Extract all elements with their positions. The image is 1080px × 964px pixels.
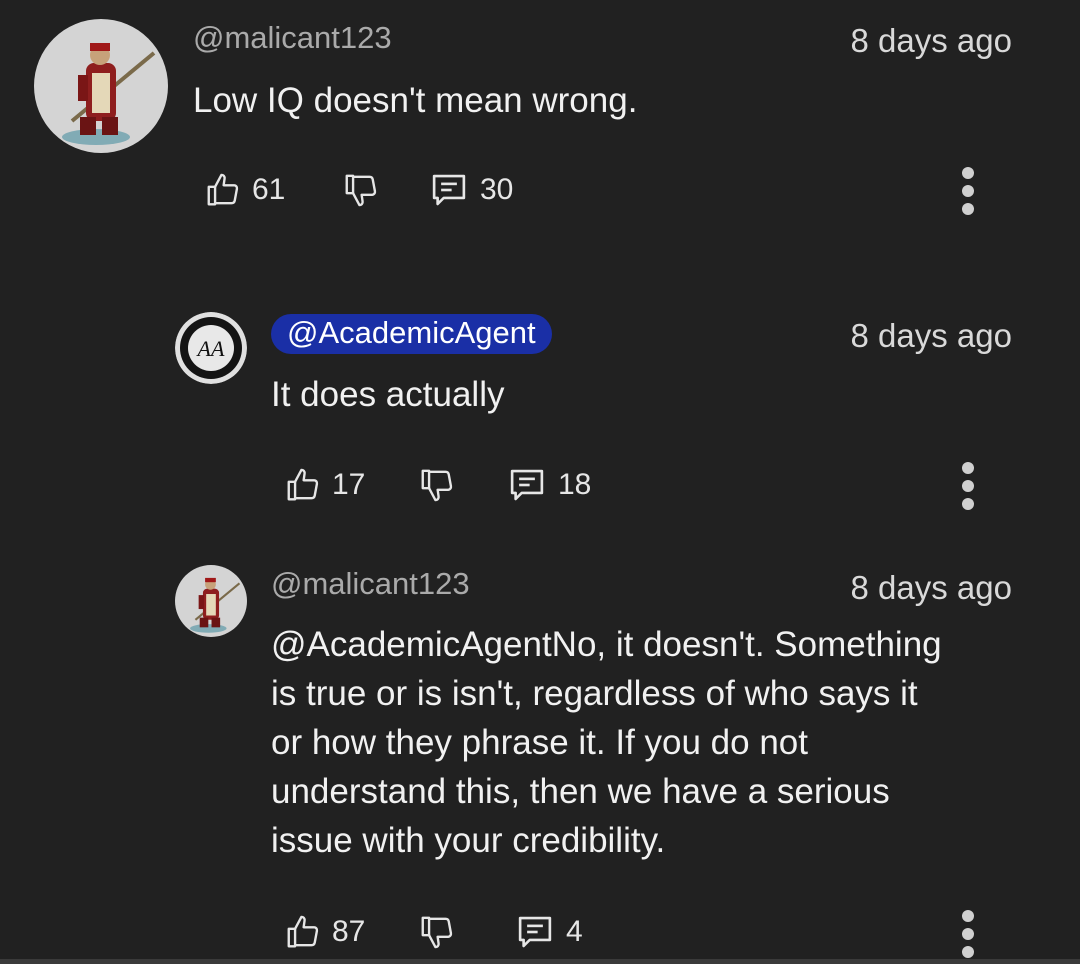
reply-button[interactable]: 18 (506, 463, 591, 507)
avatar-logo-text: AA (196, 336, 225, 361)
avatar[interactable] (34, 19, 168, 153)
comment-text-line: is true or is isn't, regardless of who s… (271, 674, 918, 713)
more-options-button[interactable] (958, 460, 978, 512)
comment-text-line: understand this, then we have a serious (271, 772, 890, 811)
comment-text-line: or how they phrase it. If you do not (271, 723, 808, 762)
more-vertical-icon (962, 167, 974, 179)
comment-actions: 87 4 (284, 910, 1024, 954)
comment-actions: 61 30 (204, 168, 1024, 212)
comment-icon (510, 469, 544, 501)
like-count: 87 (332, 915, 366, 948)
comment-author-creator-badge[interactable]: @AcademicAgent (271, 314, 552, 354)
thumbs-down-icon (421, 916, 453, 949)
like-button[interactable]: 17 (284, 463, 365, 507)
thumbs-down-icon (421, 469, 453, 502)
like-count: 61 (252, 173, 286, 206)
comment-text: It does actually (271, 370, 504, 419)
more-options-button[interactable] (958, 908, 978, 960)
thumbs-down-icon (345, 174, 377, 207)
dislike-button[interactable] (342, 168, 380, 212)
bottom-divider (0, 959, 1080, 964)
more-vertical-icon (962, 910, 974, 922)
dislike-button[interactable] (418, 910, 456, 954)
reply-button[interactable]: 30 (428, 168, 513, 212)
avatar[interactable] (175, 565, 247, 637)
comment-timestamp: 8 days ago (850, 317, 1012, 354)
comment-icon (518, 916, 552, 948)
comment-text-line: Low IQ doesn't mean wrong. (193, 81, 638, 120)
reply-button[interactable]: 4 (514, 910, 583, 954)
reply-count: 18 (558, 468, 592, 501)
reply-count: 4 (566, 915, 583, 948)
reply-count: 30 (480, 173, 514, 206)
comment-text-line: issue with your credibility. (271, 821, 666, 860)
comment-icon (432, 174, 466, 206)
like-count: 17 (332, 468, 366, 501)
more-vertical-icon (962, 462, 974, 474)
thumbs-up-icon (287, 915, 319, 948)
dislike-button[interactable] (418, 463, 456, 507)
comment-text-line: @AcademicAgentNo, it doesn't. Something (271, 625, 942, 664)
comment-author[interactable]: @malicant123 (193, 20, 392, 56)
comment-timestamp: 8 days ago (850, 22, 1012, 59)
comment-text-line: It does actually (271, 375, 505, 414)
avatar[interactable]: AA (175, 312, 247, 384)
comment-actions: 17 18 (284, 463, 1024, 507)
like-button[interactable]: 61 (204, 168, 285, 212)
comment-timestamp: 8 days ago (850, 569, 1012, 606)
thumbs-up-icon (287, 468, 319, 501)
like-button[interactable]: 87 (284, 910, 365, 954)
more-options-button[interactable] (958, 165, 978, 217)
comment-text: @AcademicAgentNo, it doesn't. Something … (271, 620, 942, 865)
comment-text: Low IQ doesn't mean wrong. (193, 76, 637, 125)
comment-author[interactable]: @malicant123 (271, 566, 470, 602)
thumbs-up-icon (207, 173, 239, 206)
